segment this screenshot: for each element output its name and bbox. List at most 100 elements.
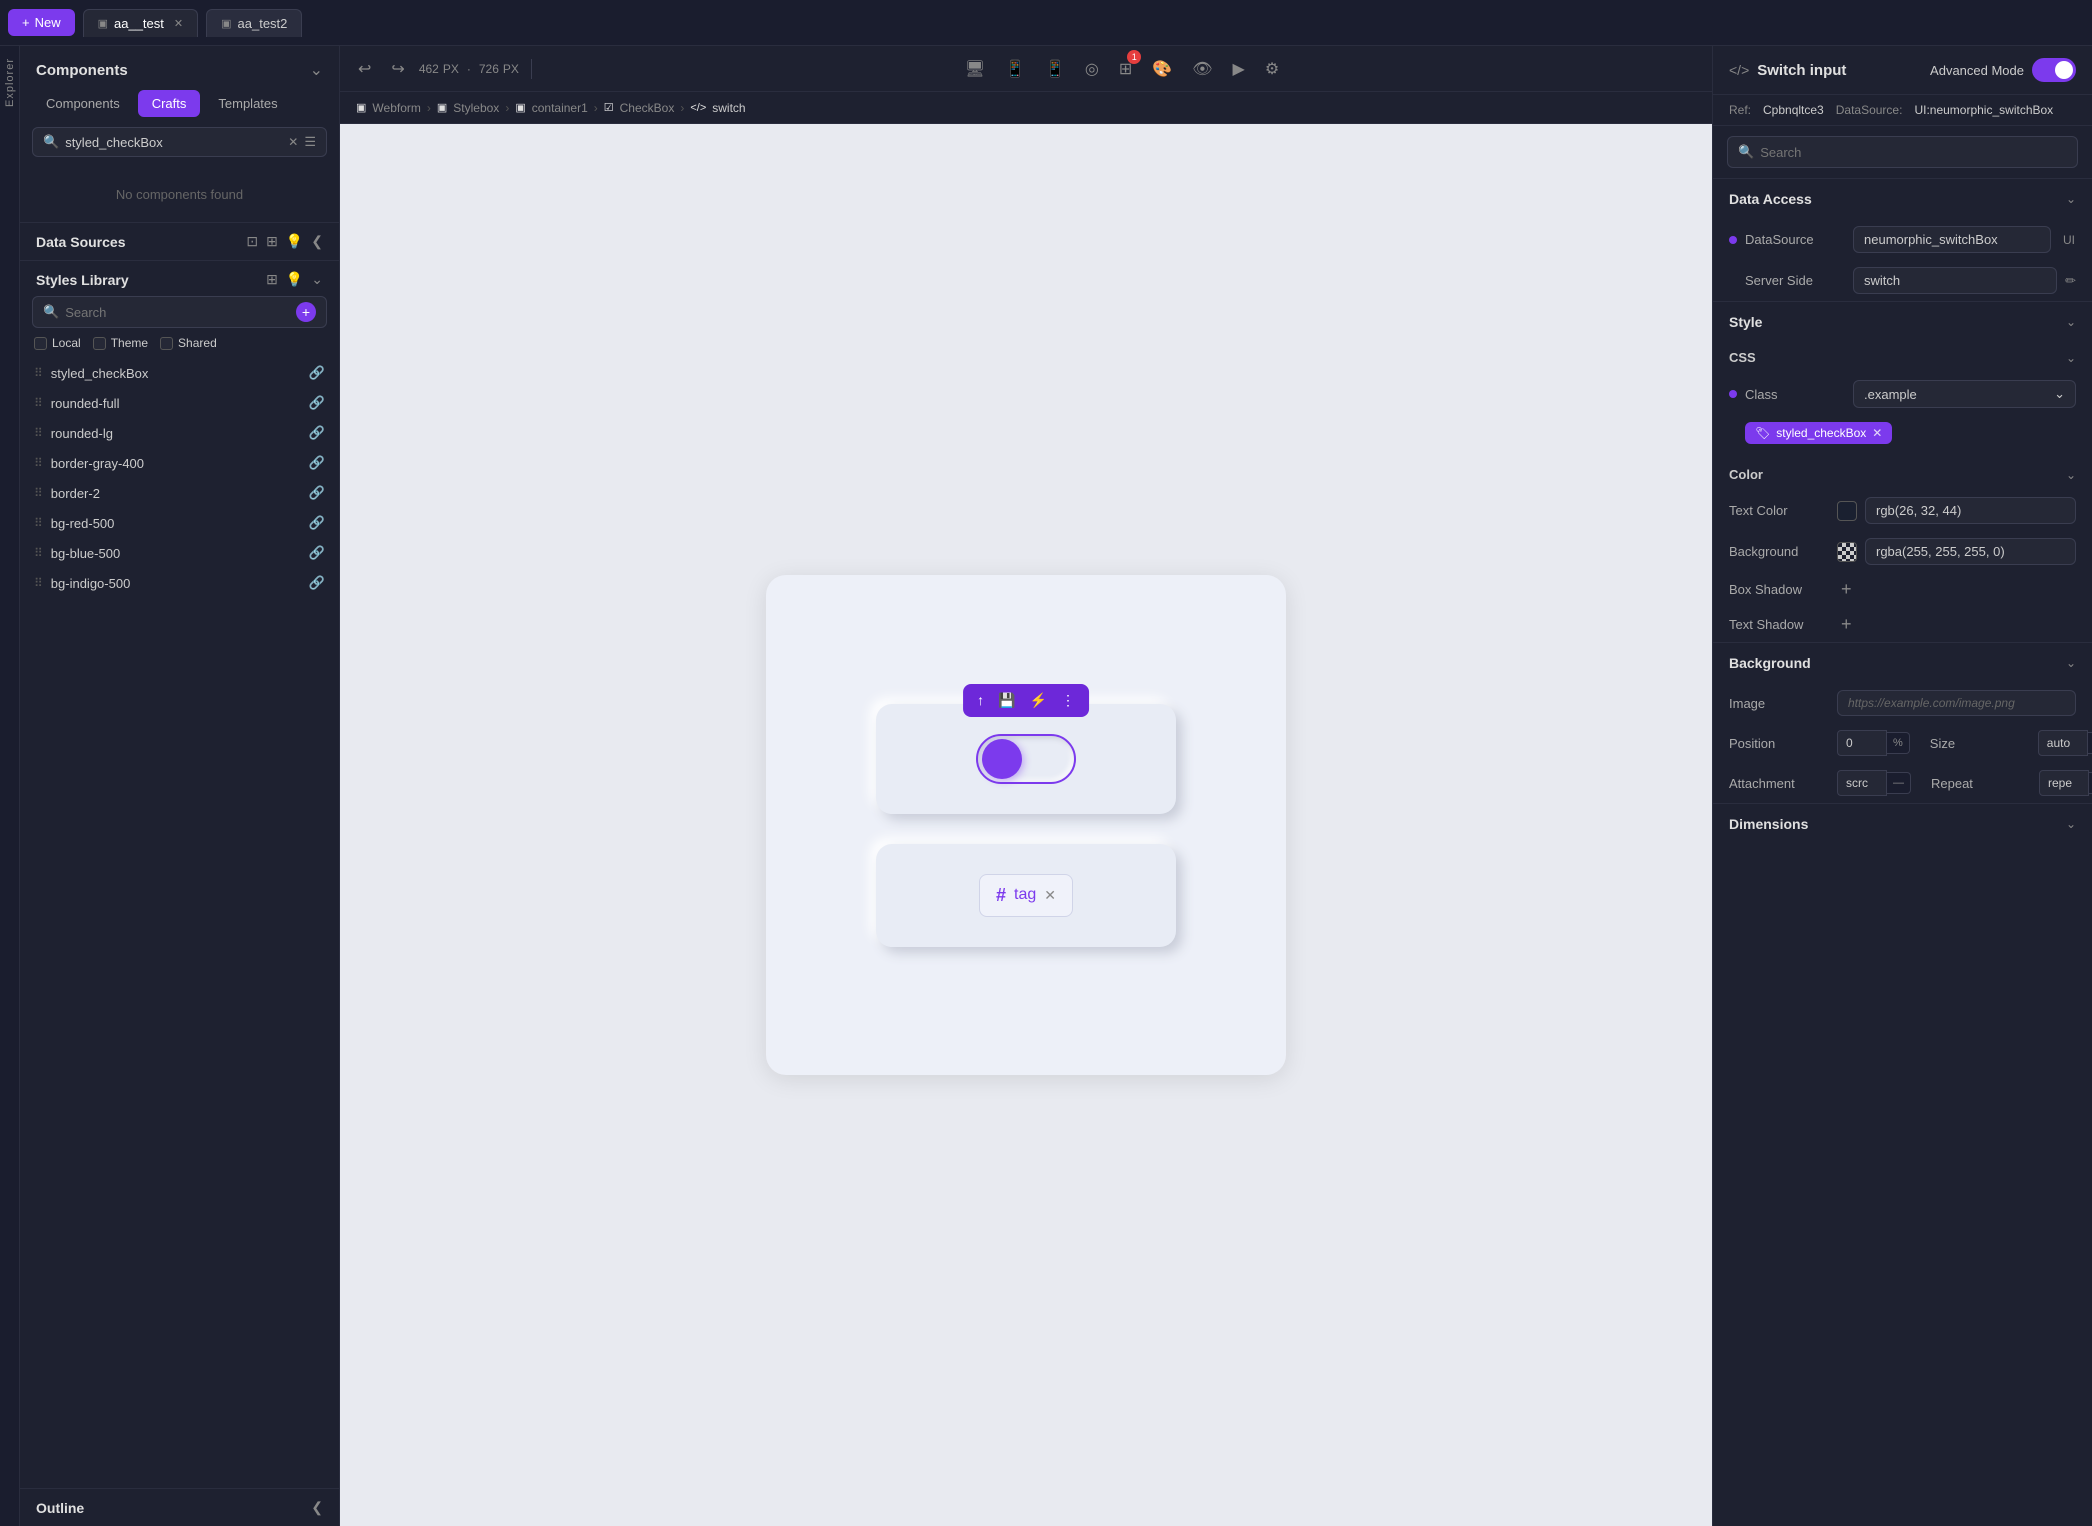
bg-size-label: Size bbox=[1930, 736, 2030, 751]
checkbox-icon: ☑ bbox=[604, 101, 614, 114]
background-header[interactable]: Background ⌄ bbox=[1713, 643, 2092, 683]
attachment-dash: — bbox=[1887, 772, 1911, 794]
style-item-4[interactable]: ⠿ border-2 🔗 bbox=[20, 478, 339, 508]
play-button[interactable]: ▶ bbox=[1228, 54, 1250, 84]
style-item-2[interactable]: ⠿ rounded-lg 🔗 bbox=[20, 418, 339, 448]
canvas-frame: ↑ 💾 ⚡ ⋮ # tag ✕ bbox=[766, 575, 1286, 1075]
preview-button[interactable]: 👁 bbox=[1187, 54, 1217, 84]
repeat-input[interactable] bbox=[2039, 770, 2089, 796]
styles-bulb-icon[interactable]: 💡 bbox=[286, 271, 303, 288]
bulb-icon[interactable]: 💡 bbox=[286, 233, 303, 250]
redo-button[interactable]: ↪ bbox=[385, 55, 410, 83]
link-icon-6[interactable]: 🔗 bbox=[309, 545, 325, 561]
collapse-datasource-icon[interactable]: ❮ bbox=[311, 233, 323, 250]
mask-button[interactable]: ◎ bbox=[1080, 54, 1104, 84]
right-search-input[interactable] bbox=[1760, 145, 2067, 160]
save-component-button[interactable]: 💾 bbox=[992, 688, 1021, 713]
class-tag-close[interactable]: ✕ bbox=[1872, 426, 1882, 440]
tab-aa-test2[interactable]: ▣ aa_test2 bbox=[206, 9, 302, 37]
switch-track[interactable] bbox=[976, 734, 1076, 784]
add-datasource-icon[interactable]: ⊞ bbox=[266, 233, 278, 250]
style-chevron: ⌄ bbox=[2066, 315, 2076, 329]
server-side-edit-icon[interactable]: ✏ bbox=[2065, 273, 2076, 289]
background-color-swatch[interactable] bbox=[1837, 542, 1857, 562]
link-icon-4[interactable]: 🔗 bbox=[309, 485, 325, 501]
undo-button[interactable]: ↩ bbox=[352, 55, 377, 83]
link-icon-2[interactable]: 🔗 bbox=[309, 425, 325, 441]
advanced-mode-label: Advanced Mode bbox=[1930, 63, 2024, 78]
data-sources-title: Data Sources bbox=[36, 234, 125, 250]
link-icon-7[interactable]: 🔗 bbox=[309, 575, 325, 591]
copy-icon[interactable]: ⊡ bbox=[246, 233, 258, 250]
advanced-mode-toggle[interactable] bbox=[2032, 58, 2076, 82]
dimensions-header[interactable]: Dimensions ⌄ bbox=[1713, 804, 2092, 844]
breadcrumb-container[interactable]: container1 bbox=[532, 101, 588, 115]
styles-add-button[interactable]: + bbox=[296, 302, 316, 322]
class-select[interactable]: .example ⌄ bbox=[1853, 380, 2076, 408]
style-item-3[interactable]: ⠿ border-gray-400 🔗 bbox=[20, 448, 339, 478]
style-item-1[interactable]: ⠿ rounded-full 🔗 bbox=[20, 388, 339, 418]
more-options-button[interactable]: ⋮ bbox=[1055, 688, 1081, 713]
breadcrumb-checkbox[interactable]: CheckBox bbox=[620, 101, 675, 115]
text-color-input[interactable] bbox=[1865, 497, 2076, 524]
style-title: Style bbox=[1729, 314, 1762, 330]
canvas[interactable]: ↑ 💾 ⚡ ⋮ # tag ✕ bbox=[340, 124, 1712, 1526]
background-color-input[interactable] bbox=[1865, 538, 2076, 565]
components-collapse-icon[interactable]: ⌄ bbox=[310, 60, 323, 80]
styles-copy-icon[interactable]: ⊞ bbox=[266, 271, 278, 288]
text-shadow-add[interactable]: + bbox=[1837, 614, 1856, 635]
tab-crafts[interactable]: Crafts bbox=[138, 90, 201, 117]
link-icon-1[interactable]: 🔗 bbox=[309, 395, 325, 411]
desktop-view-button[interactable]: 🖥 bbox=[960, 54, 990, 84]
container-icon: ▣ bbox=[515, 101, 525, 114]
breadcrumb-switch[interactable]: switch bbox=[712, 101, 745, 115]
mobile-view-button[interactable]: 📱 bbox=[1040, 54, 1070, 84]
list-view-icon[interactable]: ☰ bbox=[304, 134, 316, 150]
box-shadow-add[interactable]: + bbox=[1837, 579, 1856, 600]
link-icon-0[interactable]: 🔗 bbox=[309, 365, 325, 381]
tab-close-1[interactable]: ✕ bbox=[174, 17, 183, 30]
styles-search-input[interactable] bbox=[65, 305, 290, 320]
link-icon-5[interactable]: 🔗 bbox=[309, 515, 325, 531]
palette-button[interactable]: 🎨 bbox=[1147, 54, 1177, 84]
components-search-clear[interactable]: ✕ bbox=[288, 135, 298, 149]
new-button[interactable]: + New bbox=[8, 9, 75, 36]
datasource-input[interactable] bbox=[1853, 226, 2051, 253]
bg-position-row: Position % Size — bbox=[1713, 723, 2092, 763]
style-item-6[interactable]: ⠿ bg-blue-500 🔗 bbox=[20, 538, 339, 568]
position-value-input[interactable] bbox=[1837, 730, 1887, 756]
attachment-input[interactable] bbox=[1837, 770, 1887, 796]
style-section: Style ⌄ CSS ⌄ Class .example ⌄ 🏷 bbox=[1713, 301, 2092, 642]
styles-collapse-icon[interactable]: ⌄ bbox=[311, 271, 323, 288]
style-item-7[interactable]: ⠿ bg-indigo-500 🔗 bbox=[20, 568, 339, 598]
tab-components[interactable]: Components bbox=[32, 90, 134, 117]
class-dot bbox=[1729, 390, 1737, 398]
server-side-input[interactable] bbox=[1853, 267, 2057, 294]
size-value-input[interactable] bbox=[2038, 730, 2088, 756]
color-subsection-header[interactable]: Color ⌄ bbox=[1713, 459, 2092, 490]
style-item-5[interactable]: ⠿ bg-red-500 🔗 bbox=[20, 508, 339, 538]
breadcrumb-stylebox[interactable]: Stylebox bbox=[453, 101, 499, 115]
filter-shared-checkbox[interactable] bbox=[160, 337, 173, 350]
components-search-input[interactable] bbox=[65, 135, 282, 150]
bg-image-input[interactable]: https://example.com/image.png bbox=[1837, 690, 2076, 716]
filter-theme-checkbox[interactable] bbox=[93, 337, 106, 350]
style-header[interactable]: Style ⌄ bbox=[1713, 302, 2092, 342]
link-icon-3[interactable]: 🔗 bbox=[309, 455, 325, 471]
tab-templates[interactable]: Templates bbox=[204, 90, 291, 117]
outline-collapse-icon[interactable]: ❮ bbox=[311, 1499, 323, 1516]
lightning-button[interactable]: ⚡ bbox=[1024, 688, 1053, 713]
bg-image-label: Image bbox=[1729, 696, 1829, 711]
style-item-0[interactable]: ⠿ styled_checkBox 🔗 bbox=[20, 358, 339, 388]
switch-thumb bbox=[982, 739, 1022, 779]
move-up-button[interactable]: ↑ bbox=[971, 688, 990, 712]
tag-close-button[interactable]: ✕ bbox=[1044, 887, 1056, 904]
tablet-view-button[interactable]: 📱 bbox=[1000, 54, 1030, 84]
css-chevron[interactable]: ⌄ bbox=[2066, 351, 2076, 365]
filter-local-checkbox[interactable] bbox=[34, 337, 47, 350]
tab-aa-test[interactable]: ▣ aa__test ✕ bbox=[83, 9, 199, 37]
text-color-swatch[interactable] bbox=[1837, 501, 1857, 521]
data-access-header[interactable]: Data Access ⌄ bbox=[1713, 179, 2092, 219]
breadcrumb-webform[interactable]: Webform bbox=[372, 101, 420, 115]
settings-button[interactable]: ⚙ bbox=[1260, 54, 1284, 84]
